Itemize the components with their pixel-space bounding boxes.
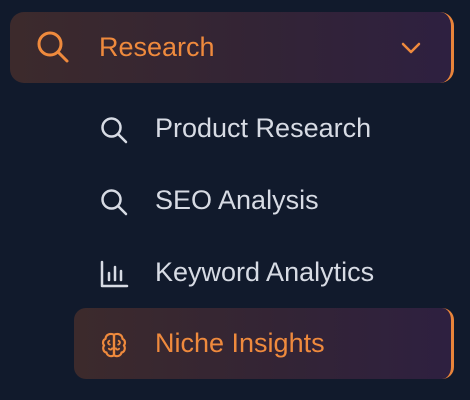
search-icon	[35, 29, 71, 65]
sidebar-item-niche-insights[interactable]: Niche Insights	[74, 308, 454, 379]
sidebar-item-label: SEO Analysis	[155, 185, 319, 215]
sidebar-research-menu: Research Product Research SEO Analysis K…	[0, 0, 470, 400]
bar-chart-icon	[99, 259, 129, 289]
sidebar-section-label: Research	[99, 32, 215, 62]
search-icon	[99, 187, 129, 217]
sidebar-item-seo-analysis[interactable]: SEO Analysis	[74, 165, 454, 236]
sidebar-item-label: Niche Insights	[155, 328, 325, 358]
sidebar-item-product-research[interactable]: Product Research	[74, 93, 454, 164]
sidebar-section-research[interactable]: Research	[10, 12, 454, 83]
brain-icon	[99, 330, 129, 360]
sidebar-item-label: Keyword Analytics	[155, 257, 375, 287]
search-icon	[99, 115, 129, 145]
sidebar-item-keyword-analytics[interactable]: Keyword Analytics	[74, 237, 454, 308]
sidebar-item-label: Product Research	[155, 113, 372, 143]
chevron-down-icon[interactable]	[399, 38, 423, 58]
